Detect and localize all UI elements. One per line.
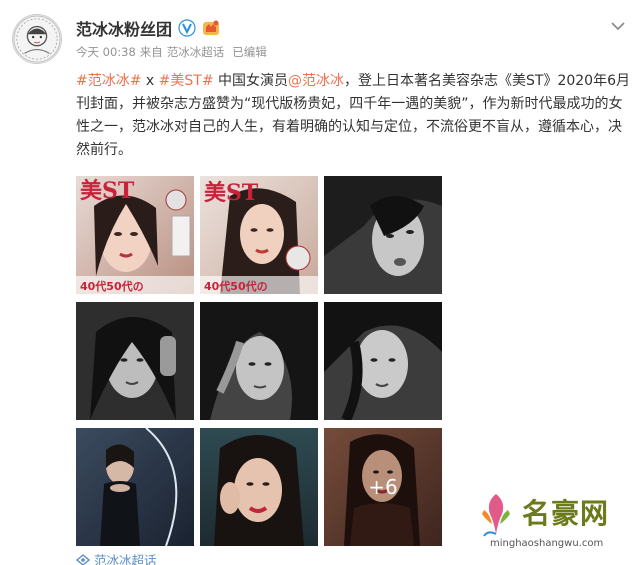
cover-caption: 40代50代の: [80, 279, 144, 293]
image-tile-3[interactable]: [324, 176, 442, 294]
post-text: #范冰冰# x #美ST# 中国女演员@范冰冰，登上日本著名美容杂志《美ST》2…: [76, 70, 632, 162]
vip-badge-icon: [202, 19, 220, 37]
post-meta: 今天 00:38 来自 范冰冰超话 已编辑: [76, 44, 267, 60]
site-watermark: 名豪网 minghaoshangwu.com: [470, 486, 636, 556]
author-row: 范冰冰粉丝团: [76, 16, 220, 40]
topic-label[interactable]: 范冰冰超话: [94, 550, 157, 565]
chevron-down-icon[interactable]: [610, 18, 626, 34]
hashtag-meist[interactable]: #美ST#: [159, 73, 214, 89]
source-prefix: 来自: [139, 45, 163, 59]
image-tile-1[interactable]: 美ST 40代50代の: [76, 176, 194, 294]
watermark-title: 名豪网: [522, 497, 610, 530]
cover-caption: 40代50代の: [204, 279, 268, 293]
topic-link[interactable]: 范冰冰超话: [76, 550, 157, 565]
topic-icon: [76, 553, 90, 565]
mention-fanbingbing[interactable]: @范冰冰: [288, 73, 344, 89]
post-source[interactable]: 范冰冰超话: [167, 44, 225, 60]
author-name[interactable]: 范冰冰粉丝团: [76, 16, 172, 40]
avatar-icon: [13, 15, 61, 63]
watermark-url: minghaoshangwu.com: [490, 538, 604, 549]
image-tile-4[interactable]: [76, 302, 194, 420]
image-tile-6[interactable]: [324, 302, 442, 420]
edited-label[interactable]: 已编辑: [232, 44, 267, 60]
cover-title: 美ST: [80, 178, 135, 204]
hashtag-fanbingbing[interactable]: #范冰冰#: [76, 73, 141, 89]
image-tile-9[interactable]: +6: [324, 428, 442, 546]
more-images-count[interactable]: +6: [324, 428, 442, 546]
image-tile-2[interactable]: 美ST 40代50代の: [200, 176, 318, 294]
image-tile-7[interactable]: [76, 428, 194, 546]
text-x: x: [141, 73, 159, 89]
text-pre-mention: 中国女演员: [213, 73, 289, 89]
image-tile-5[interactable]: [200, 302, 318, 420]
verified-icon: [178, 19, 197, 37]
image-tile-8[interactable]: [200, 428, 318, 546]
watermark-logo-icon: [482, 494, 510, 537]
cover-title: 美ST: [204, 180, 259, 206]
image-grid: 美ST 40代50代の 美ST 40代50代の +6: [76, 176, 442, 546]
post-time[interactable]: 今天 00:38: [76, 44, 136, 60]
avatar[interactable]: [12, 14, 62, 64]
weibo-post-card: 范冰冰粉丝团 今天 00:38 来自 范冰冰超话 已编辑 #范冰冰# x #美S…: [0, 0, 640, 565]
